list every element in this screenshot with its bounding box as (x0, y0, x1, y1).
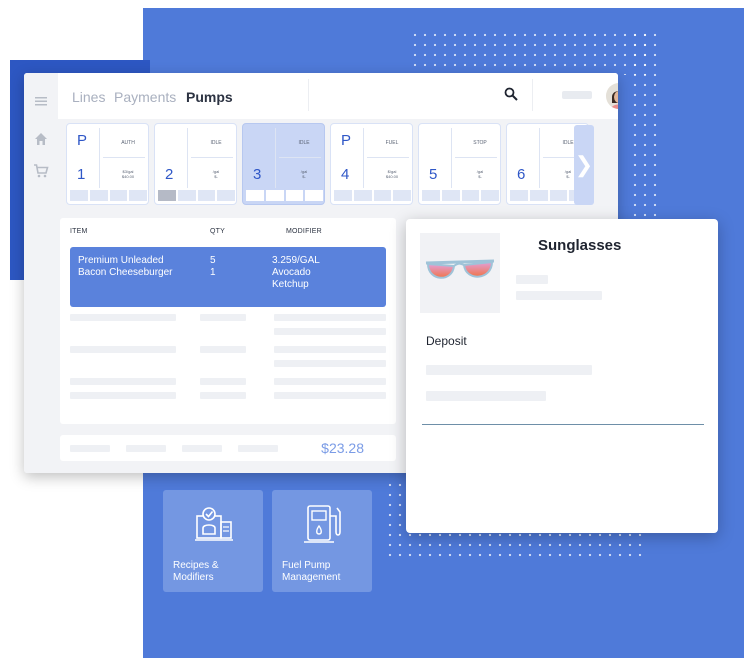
total-bar: $23.28 (60, 435, 396, 461)
prepay-indicator: P (341, 132, 352, 149)
menu-icon[interactable] (33, 93, 49, 109)
pump-status: AUTH (121, 140, 135, 146)
pump-nozzle-bar (158, 190, 235, 201)
placeholder-row (516, 291, 602, 300)
side-nav (24, 73, 58, 473)
divider (422, 424, 704, 425)
pump-scroll-right-button[interactable]: ❯ (574, 125, 594, 205)
placeholder-row (274, 392, 386, 399)
column-header-item: ITEM (70, 228, 88, 235)
product-image (420, 233, 500, 313)
dot-pattern-right (630, 30, 660, 220)
product-detail-card: Sunglasses Deposit (406, 219, 718, 533)
pump-status: IDLE (210, 140, 222, 146)
line-item-modifier: Avocado (272, 267, 311, 278)
pump-number: 6 (517, 166, 526, 183)
pump-nozzle-bar (70, 190, 147, 201)
dot-pattern-top (410, 30, 650, 75)
placeholder-row (200, 346, 246, 353)
placeholder-row (516, 275, 548, 284)
pump-status: IDLE (298, 140, 310, 146)
pump-number: 5 (429, 166, 438, 183)
pump-grid: P 1 AUTH $3/gal $40.00 2 IDLE /gal $- 3 ID… (66, 123, 618, 207)
line-item-name: Bacon Cheeseburger (78, 267, 173, 278)
fuel-pump-management-tile[interactable]: Fuel Pump Management (272, 490, 372, 592)
fuel-pump-icon (304, 505, 341, 543)
search-input[interactable] (308, 79, 533, 111)
placeholder-row (238, 445, 278, 452)
marketing-stage: Lines Payments Pumps P 1 AUTH $3/gal $40… (0, 0, 744, 658)
line-item-name: Premium Unleaded (78, 255, 164, 266)
tab-pumps[interactable]: Pumps (186, 89, 233, 105)
pump-number: 3 (253, 166, 262, 183)
recipe-icon (195, 507, 233, 541)
placeholder-row (126, 445, 166, 452)
pump-status: FUEL (385, 140, 399, 146)
pump-price: $/gal $40.00 (385, 169, 399, 179)
chevron-right-icon: ❯ (574, 152, 594, 177)
pump-nozzle-bar (246, 190, 323, 201)
top-bar: Lines Payments Pumps (58, 73, 618, 119)
tab-payments[interactable]: Payments (114, 89, 176, 105)
home-icon[interactable] (33, 131, 49, 147)
placeholder-row (200, 314, 246, 321)
tab-lines[interactable]: Lines (72, 89, 105, 105)
pump-card[interactable]: P 4 FUEL $/gal $40.00 (330, 123, 413, 205)
placeholder-row (426, 391, 546, 401)
avatar[interactable] (606, 83, 618, 109)
qty-column: 5 1 (210, 255, 216, 279)
tile-label: Recipes & Modifiers (173, 560, 219, 583)
placeholder-row (274, 360, 386, 367)
pump-price: /gal $- (476, 169, 484, 179)
pump-status: STOP (473, 140, 487, 146)
product-title: Sunglasses (538, 237, 622, 254)
line-item-modifier: 3.259/GAL (272, 255, 320, 266)
selected-order-rows[interactable]: Premium Unleaded Bacon Cheeseburger 5 1 … (70, 247, 386, 307)
line-item-qty: 5 (210, 255, 216, 266)
placeholder-row (70, 378, 176, 385)
pump-price: /gal $- (300, 169, 308, 179)
column-header-qty: QTY (210, 228, 225, 235)
pump-nozzle-bar (334, 190, 411, 201)
line-item-qty: 1 (210, 267, 216, 278)
placeholder-row (182, 445, 222, 452)
line-item-modifier: Ketchup (272, 279, 309, 290)
pump-number: 4 (341, 166, 350, 183)
pump-number: 2 (165, 166, 174, 183)
pump-nozzle-bar (422, 190, 499, 201)
pump-card[interactable]: 3 IDLE /gal $- (242, 123, 325, 205)
placeholder-row (70, 314, 176, 321)
tile-label: Fuel Pump Management (282, 560, 341, 583)
placeholder-row (200, 392, 246, 399)
cart-icon[interactable] (33, 163, 49, 179)
modifier-column: 3.259/GAL Avocado Ketchup (272, 255, 320, 291)
search-icon[interactable] (504, 87, 518, 101)
pump-price: /gal $- (212, 169, 220, 179)
pump-number: 1 (77, 166, 86, 183)
prepay-indicator: P (77, 132, 88, 149)
placeholder-row (274, 378, 386, 385)
pump-card[interactable]: 5 STOP /gal $- (418, 123, 501, 205)
user-name-placeholder (562, 91, 592, 99)
placeholder-row (70, 346, 176, 353)
sunglasses-icon (425, 259, 495, 279)
placeholder-row (70, 445, 110, 452)
placeholder-row (274, 346, 386, 353)
deposit-label: Deposit (426, 334, 467, 348)
recipes-modifiers-tile[interactable]: Recipes & Modifiers (163, 490, 263, 592)
placeholder-row (274, 328, 386, 335)
order-total: $23.28 (321, 440, 364, 456)
pump-card[interactable]: 2 IDLE /gal $- (154, 123, 237, 205)
placeholder-row (426, 365, 592, 375)
order-lines-panel: ITEM QTY MODIFIER Premium Unleaded Bacon… (60, 218, 396, 424)
placeholder-row (70, 392, 176, 399)
pump-card[interactable]: P 1 AUTH $3/gal $40.00 (66, 123, 149, 205)
placeholder-row (200, 378, 246, 385)
column-header-modifier: MODIFIER (286, 228, 322, 235)
placeholder-row (274, 314, 386, 321)
item-column: Premium Unleaded Bacon Cheeseburger (78, 255, 173, 279)
pump-price: $3/gal $40.00 (121, 169, 135, 179)
